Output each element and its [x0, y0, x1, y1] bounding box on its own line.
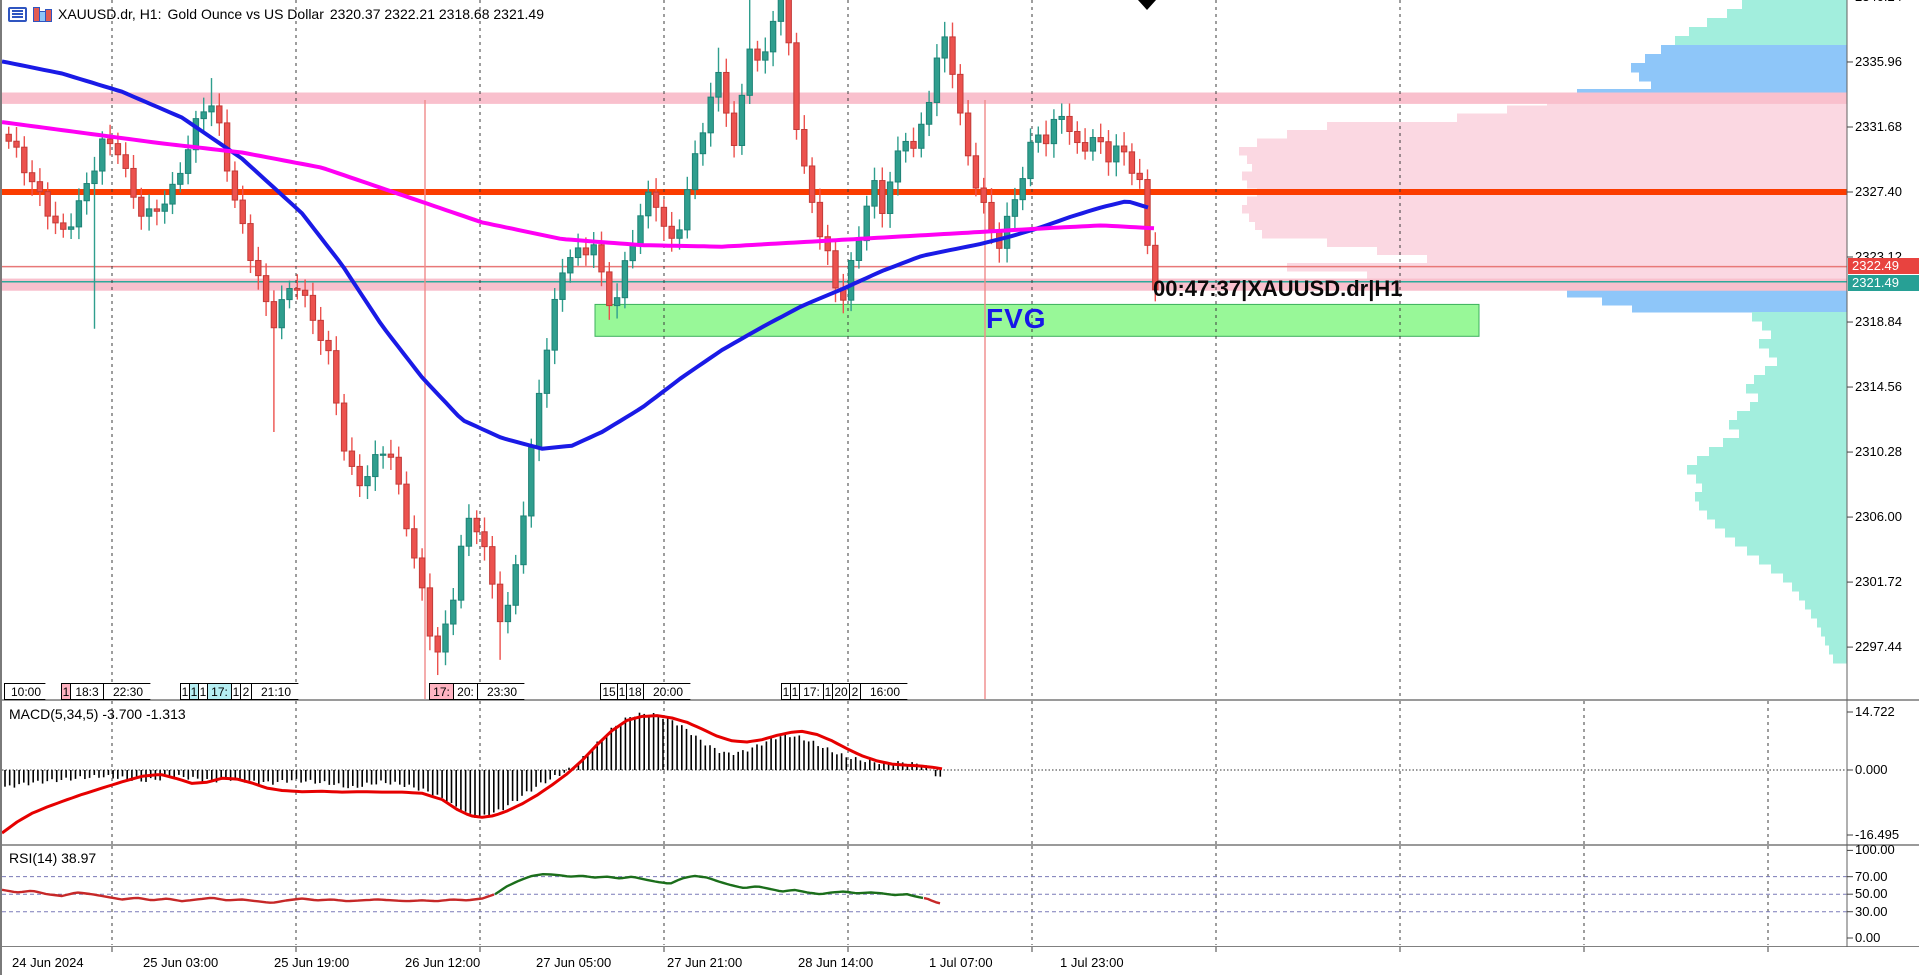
- rsi-axis-label: 100.00: [1855, 842, 1895, 857]
- time-pill: 10:00: [4, 683, 52, 700]
- rsi-axis-label: 70.00: [1855, 869, 1888, 884]
- time-pill: 20: [832, 683, 850, 700]
- time-axis-label: 25 Jun 03:00: [143, 955, 218, 970]
- time-pill: 23:30: [477, 683, 531, 700]
- rsi-axis-label: 30.00: [1855, 904, 1888, 919]
- price-axis-label: 2331.68: [1855, 119, 1902, 134]
- rsi-axis-label: 0.00: [1855, 930, 1880, 945]
- macd-axis-label: -16.495: [1855, 827, 1899, 842]
- price-zone-band: [2, 93, 1847, 104]
- macd-signal-line: [2, 716, 942, 833]
- price-axis-label: 2335.96: [1855, 54, 1902, 69]
- time-pill: 2: [849, 683, 861, 700]
- time-axis-label: 1 Jul 23:00: [1060, 955, 1124, 970]
- price-axis-label: 2306.00: [1855, 509, 1902, 524]
- bid-price-badge: 2322.49: [1848, 258, 1919, 274]
- time-pill: 22:30: [103, 683, 157, 700]
- time-axis-label: 28 Jun 14:00: [798, 955, 873, 970]
- time-pill: 20:: [453, 683, 478, 700]
- time-pill: 17:: [207, 683, 232, 700]
- price-axis-label: 2310.28: [1855, 444, 1902, 459]
- ask-price-badge: 2321.49: [1848, 275, 1919, 291]
- rsi-line: [2, 890, 494, 903]
- macd-panel: [2, 701, 1847, 844]
- replay-clock-overlay: 00:47:37|XAUUSD.dr|H1: [1153, 276, 1403, 302]
- price-axis-label: 2318.84: [1855, 314, 1902, 329]
- time-pill: 17:: [429, 683, 454, 700]
- time-pill: 17:: [799, 683, 824, 700]
- time-axis-label: 25 Jun 19:00: [274, 955, 349, 970]
- time-pill: 18: [626, 683, 644, 700]
- time-axis-label: 27 Jun 21:00: [667, 955, 742, 970]
- macd-axis-label: 0.000: [1855, 762, 1888, 777]
- time-pill: 15: [600, 683, 618, 700]
- rsi-line: [924, 898, 940, 903]
- price-axis-label: 2301.72: [1855, 574, 1902, 589]
- macd-indicator-label: MACD(5,34,5) -3.700 -1.313: [9, 706, 186, 722]
- time-pill: 21:10: [251, 683, 305, 700]
- chart-title-symbol: XAUUSD.dr, H1:: [58, 6, 161, 22]
- fvg-zone-label: FVG: [986, 303, 1047, 335]
- price-axis-label: 2314.56: [1855, 379, 1902, 394]
- main-price-panel: [2, 0, 1847, 699]
- time-axis-label: 24 Jun 2024: [12, 955, 84, 970]
- title-bar: XAUUSD.dr, H1: Gold Ounce vs US Dollar 2…: [8, 4, 544, 24]
- time-axis-label: 27 Jun 05:00: [536, 955, 611, 970]
- rsi-panel: [2, 846, 1847, 945]
- price-axis-label: 2327.40: [1855, 184, 1902, 199]
- chart-title-ohlc: 2320.37 2322.21 2318.68 2321.49: [330, 6, 544, 22]
- price-zone-band: [2, 279, 1847, 291]
- rsi-axis-label: 50.00: [1855, 886, 1888, 901]
- time-pill: 20:00: [643, 683, 697, 700]
- time-pill: 16:00: [860, 683, 914, 700]
- time-pill: 18:3: [70, 683, 104, 700]
- bar-chart-icon[interactable]: [33, 6, 52, 22]
- bar-marker-arrow-icon: [1138, 0, 1156, 10]
- price-axis-label: 2340.24: [1855, 0, 1902, 4]
- time-axis-label: 1 Jul 07:00: [929, 955, 993, 970]
- macd-axis-label: 14.722: [1855, 704, 1895, 719]
- chart-properties-icon[interactable]: [8, 7, 27, 22]
- chart-canvas[interactable]: [2, 0, 1919, 975]
- time-pill: 2: [240, 683, 252, 700]
- chart-title-description: Gold Ounce vs US Dollar: [167, 6, 323, 22]
- time-axis-label: 26 Jun 12:00: [405, 955, 480, 970]
- rsi-indicator-label: RSI(14) 38.97: [9, 850, 96, 866]
- price-axis-label: 2297.44: [1855, 639, 1902, 654]
- trading-chart-window: XAUUSD.dr, H1: Gold Ounce vs US Dollar 2…: [0, 0, 1919, 975]
